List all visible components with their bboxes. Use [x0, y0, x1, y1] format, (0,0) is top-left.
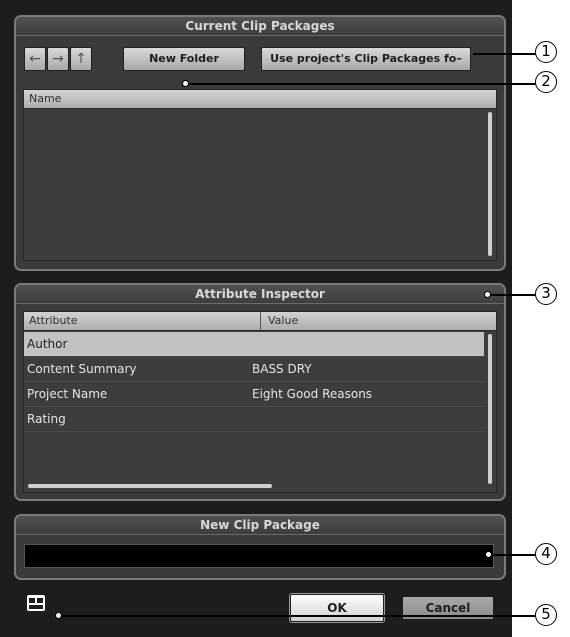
callout-4-leader	[491, 554, 538, 556]
left-arrow-icon: ←	[29, 51, 41, 67]
up-button[interactable]: ↑	[70, 47, 92, 71]
name-column-label: Name	[29, 92, 62, 105]
clip-packages-scrollbar[interactable]	[488, 112, 492, 256]
name-column-header[interactable]: Name	[24, 90, 496, 109]
current-clip-packages-panel: Current Clip Packages ← → ↑ New Folder U…	[14, 15, 506, 271]
attribute-inspector-title: Attribute Inspector	[16, 285, 504, 304]
attribute-column-header[interactable]: Attribute	[29, 312, 78, 330]
attribute-vertical-scrollbar[interactable]	[488, 334, 492, 484]
value-column-header[interactable]: Value	[268, 312, 298, 330]
attribute-value: Eight Good Reasons	[252, 387, 373, 401]
up-arrow-icon: ↑	[75, 51, 87, 67]
back-button[interactable]: ←	[24, 47, 46, 71]
attribute-table[interactable]: Attribute Value Author Content Summary B…	[23, 311, 497, 493]
callout-1: 1	[535, 41, 557, 63]
callout-3: 3	[535, 283, 557, 305]
callout-2-leader	[188, 83, 538, 85]
use-project-clip-packages-button[interactable]: Use project's Clip Packages fo–	[261, 47, 471, 71]
attribute-row-content-summary[interactable]: Content Summary BASS DRY	[24, 357, 484, 382]
attribute-value: BASS DRY	[252, 362, 312, 376]
attribute-row-author[interactable]: Author	[24, 332, 484, 357]
callout-5: 5	[535, 604, 557, 626]
callout-3-leader	[490, 294, 538, 296]
callout-5-leader	[61, 615, 538, 617]
attribute-inspector-panel: Attribute Inspector Attribute Value Auth…	[14, 283, 506, 501]
new-folder-button[interactable]: New Folder	[123, 47, 245, 71]
attribute-name: Rating	[27, 412, 66, 426]
callout-1-leader	[473, 53, 539, 55]
attribute-name: Project Name	[27, 387, 108, 401]
forward-button[interactable]: →	[47, 47, 69, 71]
callout-2: 2	[535, 71, 557, 93]
callout-4: 4	[535, 543, 557, 565]
current-clip-packages-title: Current Clip Packages	[16, 17, 504, 36]
attribute-table-header: Attribute Value	[24, 312, 496, 331]
right-arrow-icon: →	[52, 51, 64, 67]
attribute-row-project-name[interactable]: Project Name Eight Good Reasons	[24, 382, 484, 407]
new-clip-package-title: New Clip Package	[16, 516, 504, 535]
attribute-name: Content Summary	[27, 362, 137, 376]
clip-packages-list[interactable]: Name	[23, 89, 497, 261]
clip-package-dialog: Current Clip Packages ← → ↑ New Folder U…	[0, 0, 512, 637]
new-clip-package-name-input[interactable]	[24, 544, 494, 568]
ok-button[interactable]: OK	[290, 594, 384, 622]
layout-toggle-button[interactable]	[26, 594, 46, 612]
column-divider[interactable]	[260, 312, 261, 330]
new-clip-package-panel: New Clip Package	[14, 514, 506, 580]
attribute-row-rating[interactable]: Rating	[24, 407, 484, 432]
attribute-name: Author	[27, 337, 68, 351]
layout-icon	[27, 595, 45, 611]
attribute-horizontal-scrollbar[interactable]	[28, 484, 272, 488]
